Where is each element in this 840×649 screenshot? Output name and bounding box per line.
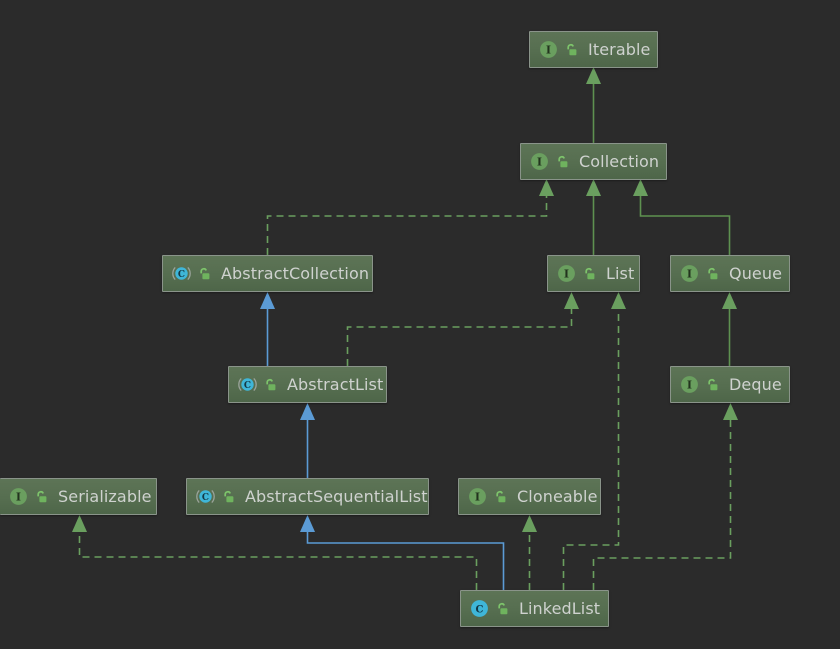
node-label: AbstractCollection [221,263,370,283]
abstract-class-icon: C [172,264,191,283]
edge-queue-collection [633,179,731,255]
interface-icon: I [468,487,487,506]
node-deque[interactable]: I Deque [670,366,790,403]
unlocked-padlock-icon [564,42,579,57]
unlocked-padlock-icon [705,266,720,281]
interface-icon: I [680,375,699,394]
node-label: Queue [729,263,783,283]
svg-text:C: C [476,604,484,615]
edge-linkedlist-abstractsequentiallist [300,515,505,590]
edge-abstractlist-abstractcollection [260,292,275,366]
edge-collection-iterable [586,67,601,143]
interface-icon: I [680,264,699,283]
node-list[interactable]: I List [547,255,640,292]
node-label: AbstractList [287,374,384,394]
svg-text:I: I [546,44,551,57]
svg-text:C: C [244,381,251,391]
node-cloneable[interactable]: I Cloneable [458,478,601,515]
svg-text:I: I [16,491,21,504]
node-label: LinkedList [519,598,601,618]
unlocked-padlock-icon [555,154,570,169]
abstract-class-icon: C [196,487,215,506]
edge-layer [72,67,738,590]
svg-text:I: I [687,379,692,392]
unlocked-padlock-icon [197,266,212,281]
unlocked-padlock-icon [705,377,720,392]
node-linkedlist[interactable]: C LinkedList [460,590,609,627]
edge-linkedlist-serializable [72,515,478,590]
node-collection[interactable]: I Collection [520,143,667,180]
edge-list-collection [586,179,601,255]
abstract-class-icon: C [238,375,257,394]
interface-icon: I [539,40,558,59]
node-label: Deque [729,374,782,394]
edge-deque-queue [722,292,737,366]
edge-abstractcollection-collection [266,179,554,255]
unlocked-padlock-icon [263,377,278,392]
svg-text:C: C [178,270,185,280]
edge-abstractsequentiallist-abstractlist [300,403,315,478]
node-label: List [606,263,635,283]
node-serializable[interactable]: I Serializable [0,478,157,515]
interface-icon: I [557,264,576,283]
edge-abstractlist-list [346,292,579,366]
node-label: Collection [579,151,660,171]
node-abstractsequentiallist[interactable]: C AbstractSequentialList [186,478,429,515]
interface-icon: I [9,487,28,506]
class-icon: C [470,599,489,618]
class-hierarchy-diagram[interactable]: I Iterable I Collection C AbstractCollec… [0,0,840,649]
edge-linkedlist-list [562,292,626,590]
node-queue[interactable]: I Queue [670,255,790,292]
svg-text:I: I [687,268,692,281]
node-abstractlist[interactable]: C AbstractList [228,366,387,403]
node-label: Cloneable [517,486,598,506]
node-label: Serializable [58,486,152,506]
unlocked-padlock-icon [582,266,597,281]
unlocked-padlock-icon [493,489,508,504]
interface-icon: I [530,152,549,171]
svg-text:I: I [537,156,542,169]
svg-text:I: I [475,491,480,504]
unlocked-padlock-icon [34,489,49,504]
unlocked-padlock-icon [221,489,236,504]
svg-text:C: C [202,493,209,503]
unlocked-padlock-icon [495,601,510,616]
edge-linkedlist-deque [592,403,738,590]
node-label: Iterable [588,39,651,59]
svg-text:I: I [564,268,569,281]
node-label: AbstractSequentialList [245,486,428,506]
edge-linkedlist-cloneable [522,515,537,590]
node-abstractcollection[interactable]: C AbstractCollection [162,255,373,292]
node-iterable[interactable]: I Iterable [529,31,658,68]
